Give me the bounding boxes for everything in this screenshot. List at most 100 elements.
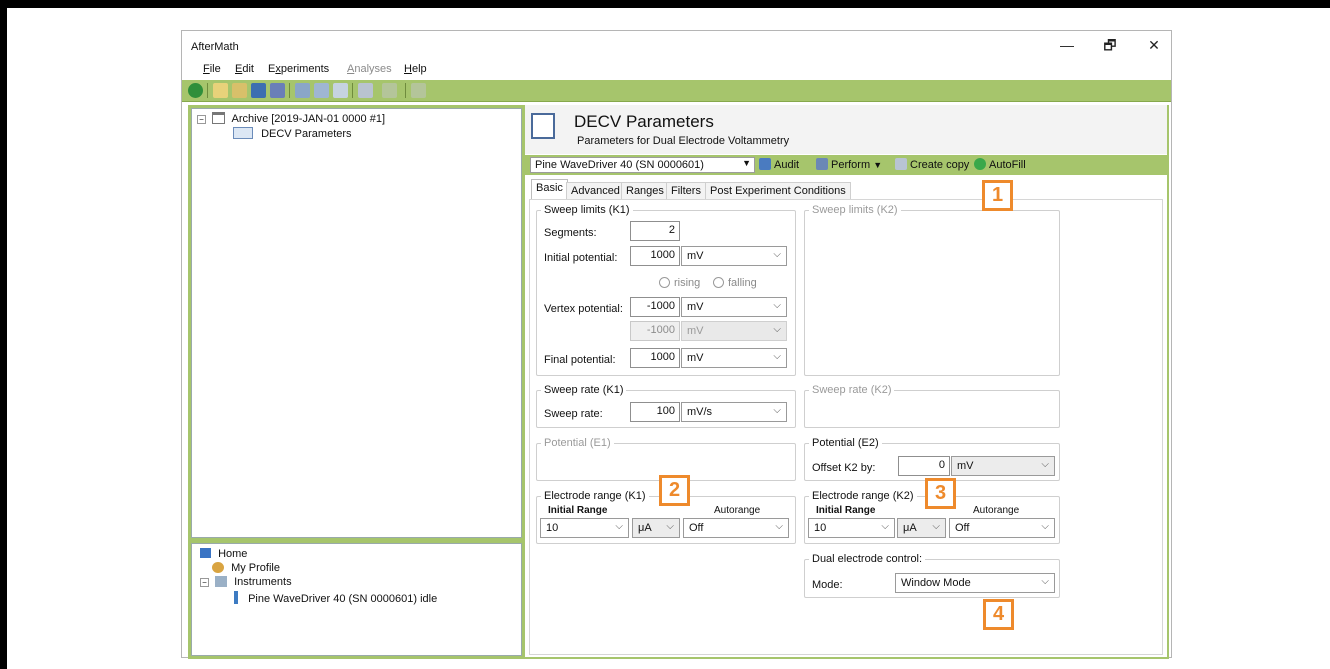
copy-icon[interactable] xyxy=(358,83,373,98)
print-icon[interactable] xyxy=(270,83,285,98)
sweep-rate-k2-group: Sweep rate (K2) xyxy=(804,384,1060,428)
dual-electrode-control-group: Dual electrode control: Mode: Window Mod… xyxy=(804,553,1060,598)
parameters-header: DECV Parameters Parameters for Dual Elec… xyxy=(525,105,1167,154)
chevron-down-icon: ⌵ xyxy=(775,521,783,532)
initial-range-select-k2[interactable]: 10 ⌵ xyxy=(808,518,895,538)
menu-experiments[interactable]: Experiments xyxy=(268,63,329,75)
edit-icon[interactable] xyxy=(295,83,310,98)
mode-select[interactable]: Window Mode ⌵ xyxy=(895,573,1055,593)
sweep-rate-unit-select[interactable]: mV/s ⌵ xyxy=(681,402,787,422)
toolbar-separator xyxy=(207,83,208,98)
parameters-panel: DECV Parameters Parameters for Dual Elec… xyxy=(525,105,1167,657)
autorange-select-k1[interactable]: Off ⌵ xyxy=(683,518,789,538)
range-unit-select-k1[interactable]: μA ⌵ xyxy=(632,518,680,538)
initial-potential-unit-select[interactable]: mV ⌵ xyxy=(681,246,787,266)
tab-filters[interactable]: Filters xyxy=(666,182,706,199)
chevron-down-icon: ⌵ xyxy=(773,351,781,362)
tree-item-decv-parameters[interactable]: DECV Parameters xyxy=(233,127,352,140)
tab-basic[interactable]: Basic xyxy=(531,179,568,200)
tree-item-my-profile[interactable]: My Profile xyxy=(212,562,280,574)
perform-button[interactable]: Perform ▼ xyxy=(816,158,882,171)
group-legend: Sweep rate (K2) xyxy=(809,384,895,396)
offset-k2-unit-select[interactable]: mV ⌵ xyxy=(951,456,1055,476)
initial-range-select-k1[interactable]: 10 ⌵ xyxy=(540,518,629,538)
autorange-select-k2[interactable]: Off ⌵ xyxy=(949,518,1055,538)
chevron-down-icon: ⌵ xyxy=(1041,459,1049,470)
tree-item-archive[interactable]: − Archive [2019-JAN-01 0000 #1] xyxy=(197,112,385,125)
group-legend: Sweep rate (K1) xyxy=(541,384,627,396)
initial-potential-input[interactable]: 1000 xyxy=(630,246,680,266)
archive-home-icon[interactable] xyxy=(213,83,228,98)
final-potential-unit-select[interactable]: mV ⌵ xyxy=(681,348,787,368)
back-icon[interactable] xyxy=(188,83,203,98)
radio-circle-icon xyxy=(659,277,670,288)
range-unit-select-k2[interactable]: μA ⌵ xyxy=(897,518,946,538)
action-bar: Pine WaveDriver 40 (SN 0000601) ▼ Audit … xyxy=(525,155,1167,175)
instrument-select[interactable]: Pine WaveDriver 40 (SN 0000601) ▼ xyxy=(530,157,755,173)
copy-icon xyxy=(895,158,907,170)
menu-file[interactable]: File xyxy=(203,63,221,75)
chevron-down-icon: ⌵ xyxy=(773,300,781,311)
create-copy-button[interactable]: Create copy xyxy=(895,158,969,171)
autorange-label: Autorange xyxy=(714,505,761,516)
check-icon xyxy=(974,158,986,170)
black-frame-top xyxy=(0,0,1330,8)
page-icon[interactable] xyxy=(333,83,348,98)
radio-circle-icon xyxy=(713,277,724,288)
segments-input[interactable]: 2 xyxy=(630,221,680,241)
menu-edit[interactable]: Edit xyxy=(235,63,254,75)
mode-label: Mode: xyxy=(812,579,843,591)
document-icon[interactable] xyxy=(314,83,329,98)
rising-radio[interactable]: rising xyxy=(659,277,700,289)
final-potential-label: Final potential: xyxy=(544,354,616,366)
callout-4: 4 xyxy=(983,599,1014,630)
toolbar-separator xyxy=(289,83,290,98)
collapse-icon[interactable]: − xyxy=(197,115,206,124)
chevron-down-icon: ⌵ xyxy=(773,324,781,335)
chevron-down-icon: ⌵ xyxy=(666,521,674,532)
callout-2: 2 xyxy=(659,475,690,506)
close-button[interactable]: ✕ xyxy=(1137,36,1171,58)
save-icon[interactable] xyxy=(251,83,266,98)
audit-icon xyxy=(759,158,771,170)
tab-advanced[interactable]: Advanced xyxy=(566,182,625,199)
tree-label: My Profile xyxy=(231,562,280,574)
menu-analyses[interactable]: Analyses xyxy=(347,63,392,75)
final-potential-input[interactable]: 1000 xyxy=(630,348,680,368)
audit-button[interactable]: Audit xyxy=(759,158,799,171)
potential-e2-group: Potential (E2) Offset K2 by: 0 mV ⌵ xyxy=(804,437,1060,481)
tree-item-instrument[interactable]: Pine WaveDriver 40 (SN 0000601) idle xyxy=(234,591,437,605)
tab-ranges[interactable]: Ranges xyxy=(621,182,669,199)
toolbar-separator xyxy=(405,83,406,98)
dropdown-arrow-icon: ▼ xyxy=(873,160,883,170)
archive-icon[interactable] xyxy=(232,83,247,98)
tree-item-instruments[interactable]: − Instruments xyxy=(200,576,292,588)
sweep-limits-k2-group: Sweep limits (K2) xyxy=(804,204,1060,376)
perform-icon xyxy=(816,158,828,170)
falling-radio[interactable]: falling xyxy=(713,277,757,289)
minimize-button[interactable]: — xyxy=(1050,36,1084,58)
vertex-potential-unit-select[interactable]: mV ⌵ xyxy=(681,297,787,317)
second-vertex-unit-select: mV ⌵ xyxy=(681,321,787,341)
settings-icon[interactable] xyxy=(411,83,426,98)
group-legend: Potential (E1) xyxy=(541,437,614,449)
navigation-tree: Home My Profile − Instruments Pine WaveD… xyxy=(191,543,522,656)
autofill-button[interactable]: AutoFill xyxy=(974,158,1026,171)
sigma-icon[interactable] xyxy=(382,83,397,98)
offset-k2-input[interactable]: 0 xyxy=(898,456,950,476)
tab-post-experiment-conditions[interactable]: Post Experiment Conditions xyxy=(705,182,851,199)
left-pane: − Archive [2019-JAN-01 0000 #1] DECV Par… xyxy=(188,105,525,659)
app-window: AfterMath — 🗗 ✕ File Edit Experiments An… xyxy=(181,30,1172,659)
restore-button[interactable]: 🗗 xyxy=(1093,36,1127,58)
sweep-rate-k1-group: Sweep rate (K1) Sweep rate: 100 mV/s ⌵ xyxy=(536,384,796,428)
instruments-icon xyxy=(215,576,228,587)
collapse-icon[interactable]: − xyxy=(200,578,209,587)
right-pane: DECV Parameters Parameters for Dual Elec… xyxy=(525,105,1169,659)
vertex-potential-input[interactable]: -1000 xyxy=(630,297,680,317)
tree-item-home[interactable]: Home xyxy=(200,548,247,560)
home-icon xyxy=(200,548,211,558)
tree-label: Home xyxy=(218,548,248,560)
menu-help[interactable]: Help xyxy=(404,63,427,75)
profile-icon xyxy=(212,562,224,573)
sweep-rate-input[interactable]: 100 xyxy=(630,402,680,422)
